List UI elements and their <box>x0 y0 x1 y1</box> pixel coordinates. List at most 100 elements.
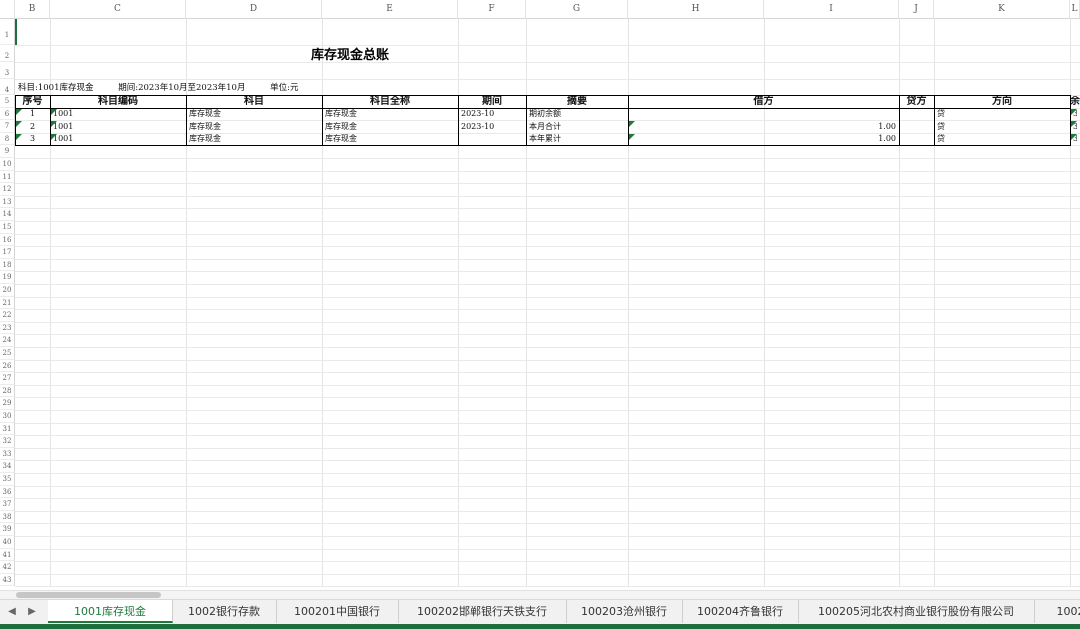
sheet-tab[interactable]: 100204齐鲁银行 <box>682 600 799 623</box>
table-cell[interactable]: 1001 <box>53 121 183 133</box>
table-header-cell[interactable]: 借方 <box>628 96 899 108</box>
table-header-cell[interactable]: 科目编码 <box>50 96 186 108</box>
sheet-tab[interactable]: 100205河北农村商业银行股份有限公司 <box>798 600 1035 623</box>
row-header[interactable]: 7 <box>0 120 15 133</box>
table-header-cell[interactable]: 期间 <box>458 96 526 108</box>
horizontal-scrollbar[interactable] <box>0 590 1080 599</box>
row-header[interactable]: 14 <box>0 208 15 221</box>
table-header-cell[interactable]: 序号 <box>15 96 50 108</box>
column-header[interactable]: L <box>1070 0 1080 19</box>
row-header[interactable]: 30 <box>0 410 15 423</box>
table-cell[interactable]: 贷 <box>937 133 1067 145</box>
sheet-tab[interactable]: 1002银行存款 <box>172 600 277 623</box>
row-header[interactable]: 33 <box>0 447 15 461</box>
row-header[interactable]: 26 <box>0 359 15 373</box>
table-cell[interactable]: 2 <box>18 121 47 133</box>
row-header[interactable]: 8 <box>0 132 15 146</box>
row-header[interactable]: 27 <box>0 372 15 385</box>
table-cell[interactable]: 1.00 <box>631 121 896 133</box>
table-cell[interactable]: 期初余额 <box>529 108 625 120</box>
column-header[interactable]: K <box>934 0 1070 19</box>
row-header[interactable]: 36 <box>0 485 15 499</box>
row-header[interactable]: 10 <box>0 158 15 171</box>
table-header-cell[interactable]: 摘要 <box>526 96 628 108</box>
table-cell[interactable]: 库存现金 <box>189 133 319 145</box>
row-header[interactable]: 25 <box>0 347 15 360</box>
table-header-cell[interactable]: 科目全称 <box>322 96 458 108</box>
table-cell[interactable]: 库存现金 <box>189 108 319 120</box>
row-header[interactable]: 31 <box>0 422 15 436</box>
table-header-cell[interactable]: 余额 <box>1070 96 1080 108</box>
row-header[interactable]: 23 <box>0 321 15 335</box>
sheet-tab[interactable]: 100203沧州银行 <box>566 600 683 623</box>
column-header[interactable]: F <box>458 0 526 19</box>
row-header[interactable]: 43 <box>0 573 15 587</box>
row-header[interactable]: 28 <box>0 384 15 398</box>
row-header[interactable]: 20 <box>0 284 15 297</box>
column-header[interactable]: C <box>50 0 186 19</box>
table-cell[interactable]: 1.00 <box>631 133 896 145</box>
table-cell[interactable]: 本月合计 <box>529 121 625 133</box>
row-header[interactable]: 5 <box>0 95 15 108</box>
column-header[interactable]: E <box>322 0 458 19</box>
row-header[interactable]: 13 <box>0 195 15 209</box>
column-header[interactable]: G <box>526 0 628 19</box>
row-header[interactable]: 16 <box>0 233 15 247</box>
table-cell[interactable]: 1001 <box>53 133 183 145</box>
table-cell[interactable]: 库存现金 <box>325 121 455 133</box>
table-cell[interactable]: 1001 <box>53 108 183 120</box>
table-cell[interactable]: 库存现金 <box>189 121 319 133</box>
row-header[interactable]: 32 <box>0 435 15 448</box>
sheet-tab[interactable]: 100202邯郸银行天铁支行 <box>398 600 567 623</box>
row-header[interactable]: 1 <box>0 19 15 45</box>
table-cell[interactable]: 2023-10 <box>461 121 523 133</box>
row-header[interactable]: 4 <box>0 79 15 95</box>
table-cell[interactable]: 贷 <box>937 121 1067 133</box>
table-header-cell[interactable]: 方向 <box>934 96 1070 108</box>
spreadsheet-grid[interactable]: BCDEFGHIJKL 1 2 3 4 5 6 7 8 9 10 11 12 13 14 15 16 17 18 1… <box>0 0 1080 590</box>
row-header[interactable]: 38 <box>0 510 15 524</box>
column-header[interactable]: D <box>186 0 322 19</box>
row-header[interactable]: 24 <box>0 334 15 347</box>
scrollbar-thumb[interactable] <box>16 592 161 598</box>
table-cell[interactable]: 1 <box>18 108 47 120</box>
row-header[interactable]: 37 <box>0 498 15 511</box>
row-header[interactable]: 12 <box>0 183 15 196</box>
row-header[interactable]: 17 <box>0 246 15 259</box>
column-header[interactable]: I <box>764 0 899 19</box>
select-all-corner[interactable] <box>0 0 15 19</box>
column-header[interactable]: B <box>15 0 50 19</box>
row-header[interactable]: 34 <box>0 460 15 473</box>
row-header[interactable]: 21 <box>0 296 15 310</box>
sheet-tab[interactable]: 1001库存现金 <box>48 600 173 623</box>
next-sheet-icon[interactable]: ▶ <box>25 605 39 619</box>
row-header[interactable]: 19 <box>0 271 15 284</box>
table-cell[interactable]: 3 <box>18 133 47 145</box>
row-header[interactable]: 22 <box>0 309 15 322</box>
report-info[interactable]: 科目:1001库存现金 期间:2023年10月至2023年10月 单位:元 <box>18 81 321 93</box>
row-header[interactable]: 40 <box>0 536 15 549</box>
sheet-tab[interactable]: 10020 <box>1034 600 1080 623</box>
row-header[interactable]: 35 <box>0 473 15 486</box>
table-cell[interactable]: 本年累计 <box>529 133 625 145</box>
row-header[interactable]: 9 <box>0 145 15 158</box>
row-header[interactable]: 15 <box>0 221 15 234</box>
table-header-cell[interactable]: 科目 <box>186 96 322 108</box>
row-header[interactable]: 18 <box>0 258 15 272</box>
table-cell[interactable]: 库存现金 <box>325 133 455 145</box>
row-header[interactable]: 42 <box>0 561 15 574</box>
row-header[interactable]: 29 <box>0 397 15 410</box>
table-header-cell[interactable]: 贷方 <box>899 96 934 108</box>
sheet-tab[interactable]: 100201中国银行 <box>276 600 399 623</box>
table-cell[interactable]: 贷 <box>937 108 1067 120</box>
row-header[interactable]: 39 <box>0 523 15 536</box>
row-header[interactable]: 6 <box>0 107 15 121</box>
column-header[interactable]: J <box>899 0 934 19</box>
column-header[interactable]: H <box>628 0 764 19</box>
row-header[interactable]: 41 <box>0 548 15 562</box>
row-header[interactable]: 3 <box>0 62 15 79</box>
prev-sheet-icon[interactable]: ◀ <box>5 605 19 619</box>
report-title[interactable]: 库存现金总账 <box>0 44 700 63</box>
row-header[interactable]: 11 <box>0 170 15 184</box>
table-cell[interactable]: 2023-10 <box>461 108 523 120</box>
